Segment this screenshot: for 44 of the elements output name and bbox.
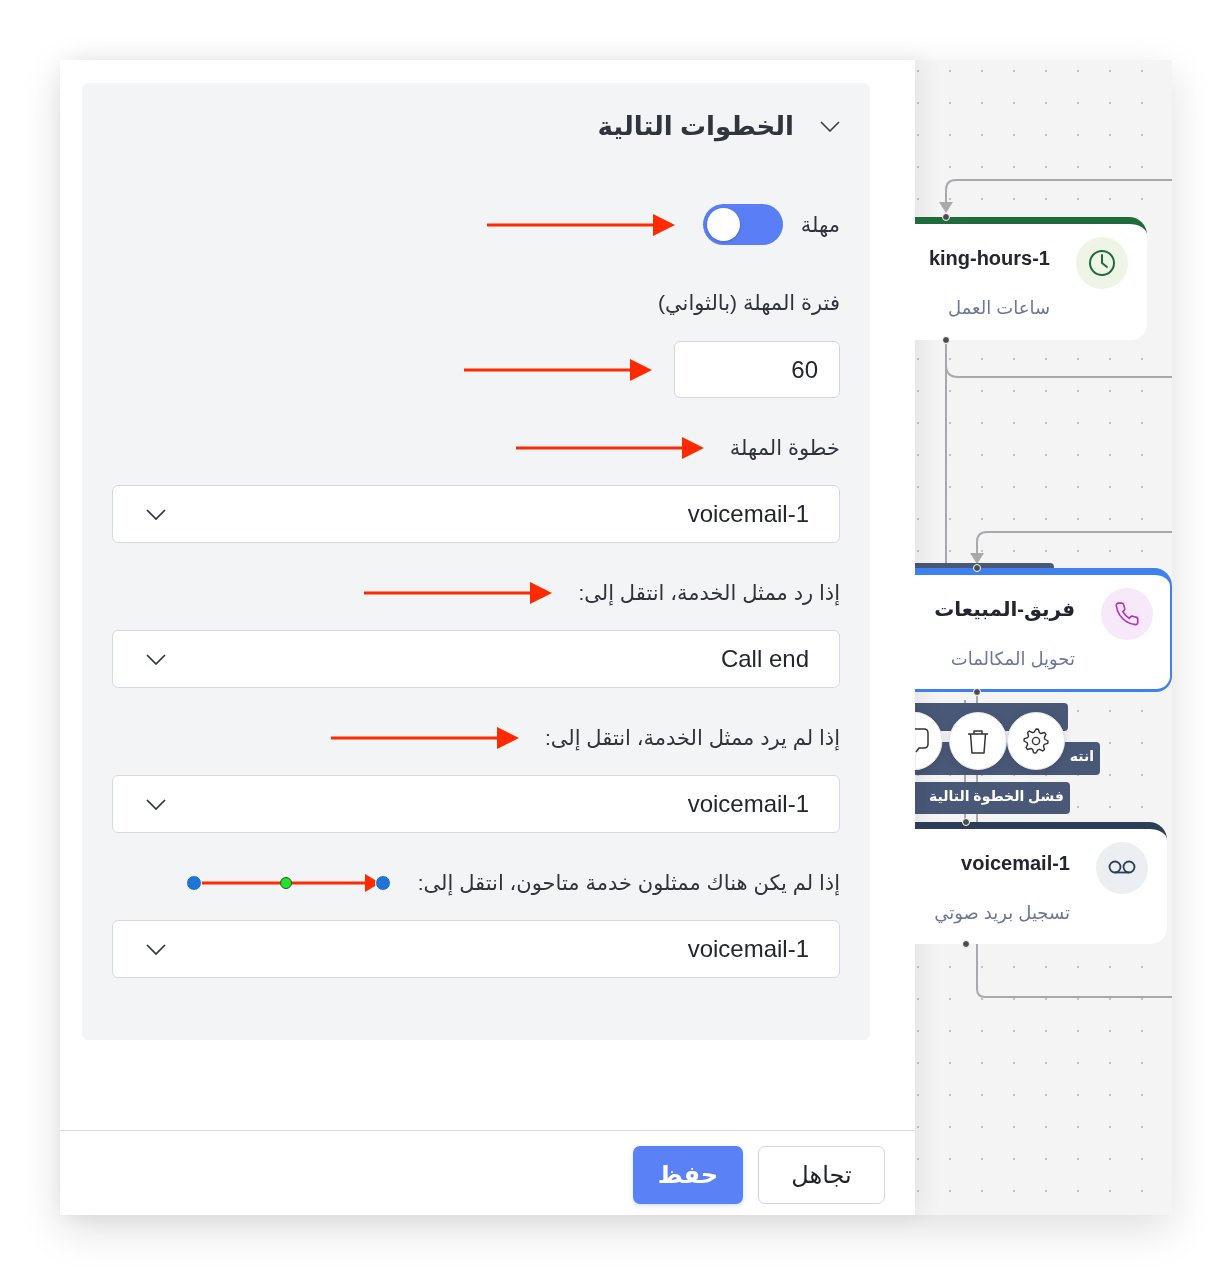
field-label: خطوة المهلة xyxy=(729,435,840,462)
dropdown-field[interactable]: Call end xyxy=(112,630,840,688)
chevron-down-icon[interactable] xyxy=(820,120,840,132)
edge-label: فشل الخطوة التالية xyxy=(915,782,1070,814)
node-subtitle: تسجيل بريد صوتي xyxy=(934,902,1070,926)
dropdown-field[interactable]: voicemail-1 xyxy=(112,485,840,543)
node-title: فريق-المبيعات xyxy=(934,597,1075,622)
number-field[interactable]: 60 xyxy=(674,341,840,398)
node-subtitle: تحويل المكالمات xyxy=(950,648,1075,672)
comment-button[interactable] xyxy=(915,712,946,770)
save-button[interactable]: حفظ xyxy=(633,1146,743,1204)
chevron-down-icon xyxy=(146,943,166,955)
field-label: إذا رد ممثل الخدمة، انتقل إلى: xyxy=(578,580,840,608)
phone-icon xyxy=(1101,588,1153,640)
flow-node[interactable]: فريق-المبيعات تحويل المكالمات xyxy=(915,568,1172,692)
clock-icon xyxy=(1076,237,1128,289)
field-label: مهلة xyxy=(800,211,840,239)
settings-icon xyxy=(1023,728,1049,754)
cancel-button[interactable]: تجاهل xyxy=(758,1146,885,1204)
handle-icon xyxy=(185,875,202,891)
trash-icon xyxy=(967,728,989,754)
port-icon xyxy=(973,688,981,696)
section-title: الخطوات التالية xyxy=(597,110,794,143)
voicemail-icon xyxy=(1096,842,1148,894)
port-icon xyxy=(962,818,970,826)
node-subtitle: ساعات العمل xyxy=(948,297,1050,320)
chevron-down-icon xyxy=(146,508,166,520)
dropdown-field[interactable]: voicemail-1 xyxy=(112,775,840,833)
speech-bubble-icon xyxy=(915,728,929,753)
field-label: إذا لم يكن هناك ممثلون خدمة متاحون، انتقل إلى: xyxy=(417,870,840,898)
field-label: فترة المهلة (بالثواني) xyxy=(658,290,840,317)
toggle-switch[interactable] xyxy=(702,204,783,245)
port-icon xyxy=(962,940,970,948)
chevron-down-icon xyxy=(146,798,166,810)
chevron-down-icon xyxy=(146,653,166,665)
node-title: voicemail-1 xyxy=(961,851,1070,876)
handle-icon xyxy=(374,875,391,891)
port-icon xyxy=(973,564,981,572)
field-label: إذا لم يرد ممثل الخدمة، انتقل إلى: xyxy=(544,725,840,753)
port-icon xyxy=(942,336,950,344)
node-title: king-hours-1 xyxy=(928,246,1050,271)
dropdown-field[interactable]: voicemail-1 xyxy=(112,920,840,978)
handle-icon xyxy=(279,877,292,889)
port-icon xyxy=(942,213,950,221)
